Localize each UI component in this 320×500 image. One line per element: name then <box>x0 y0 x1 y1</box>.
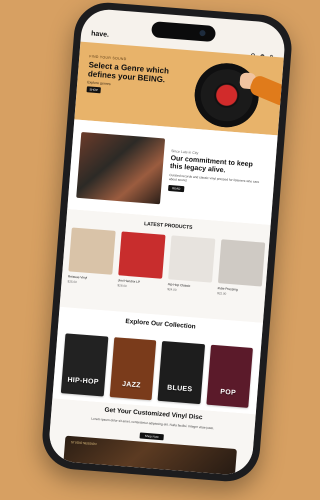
genre-card-hiphop[interactable]: HIP-HOP <box>60 333 108 397</box>
genre-label: HIP-HOP <box>67 376 99 387</box>
genre-label: JAZZ <box>121 380 141 390</box>
products-row: Reissue Vinyl $25.00 Jimi Hendrix LP $28… <box>67 227 266 298</box>
product-thumbnail <box>168 235 216 283</box>
video-title: STUDIO SESSION <box>70 440 97 447</box>
search-icon[interactable] <box>251 45 256 59</box>
latest-products-section: LATEST PRODUCTS Reissue Vinyl $25.00 Jim… <box>59 209 271 323</box>
feature-section: Since Late in City Our commitment to kee… <box>67 119 278 226</box>
bag-icon[interactable] <box>260 46 265 59</box>
genre-label: POP <box>220 388 237 397</box>
product-thumbnail <box>68 227 116 275</box>
product-thumbnail <box>118 231 166 279</box>
feature-eyebrow: Since Late in City <box>170 149 199 156</box>
product-card[interactable]: Reissue Vinyl $25.00 <box>67 227 116 286</box>
brand-logo[interactable]: have. <box>91 30 109 38</box>
feature-cta-button[interactable]: READ MORE <box>168 184 185 197</box>
phone-frame: have. FIND YOUR SOUND Select a Genre whi… <box>39 0 295 484</box>
explore-collection-section: Explore Our Collection HIP-HOP JAZZ BLUE… <box>52 306 263 415</box>
genres-row: HIP-HOP JAZZ BLUES POP <box>60 333 253 408</box>
genre-card-blues[interactable]: BLUES <box>157 340 205 405</box>
app-screen: have. FIND YOUR SOUND Select a Genre whi… <box>47 7 287 477</box>
record-store-image <box>76 131 166 205</box>
product-thumbnail <box>217 239 266 287</box>
product-card[interactable]: Indie Pressing $22.00 <box>217 239 266 298</box>
hero-subtitle: Explore genres <box>87 80 111 87</box>
genre-card-pop[interactable]: POP <box>205 344 253 408</box>
product-card[interactable]: Hip Hop Classic $24.00 <box>167 235 216 294</box>
product-card[interactable]: Jimi Hendrix LP $28.00 <box>117 231 166 290</box>
genre-label: BLUES <box>166 384 193 394</box>
hero-cta-button[interactable]: SHOP <box>86 86 101 94</box>
vinyl-record-illustration <box>192 60 262 130</box>
nav-icons <box>251 45 274 60</box>
genre-card-jazz[interactable]: JAZZ <box>109 337 157 401</box>
custom-cta-button[interactable]: Shop Now <box>139 432 164 441</box>
video-player[interactable]: STUDIO SESSION <box>61 435 237 477</box>
user-icon[interactable] <box>269 46 274 60</box>
